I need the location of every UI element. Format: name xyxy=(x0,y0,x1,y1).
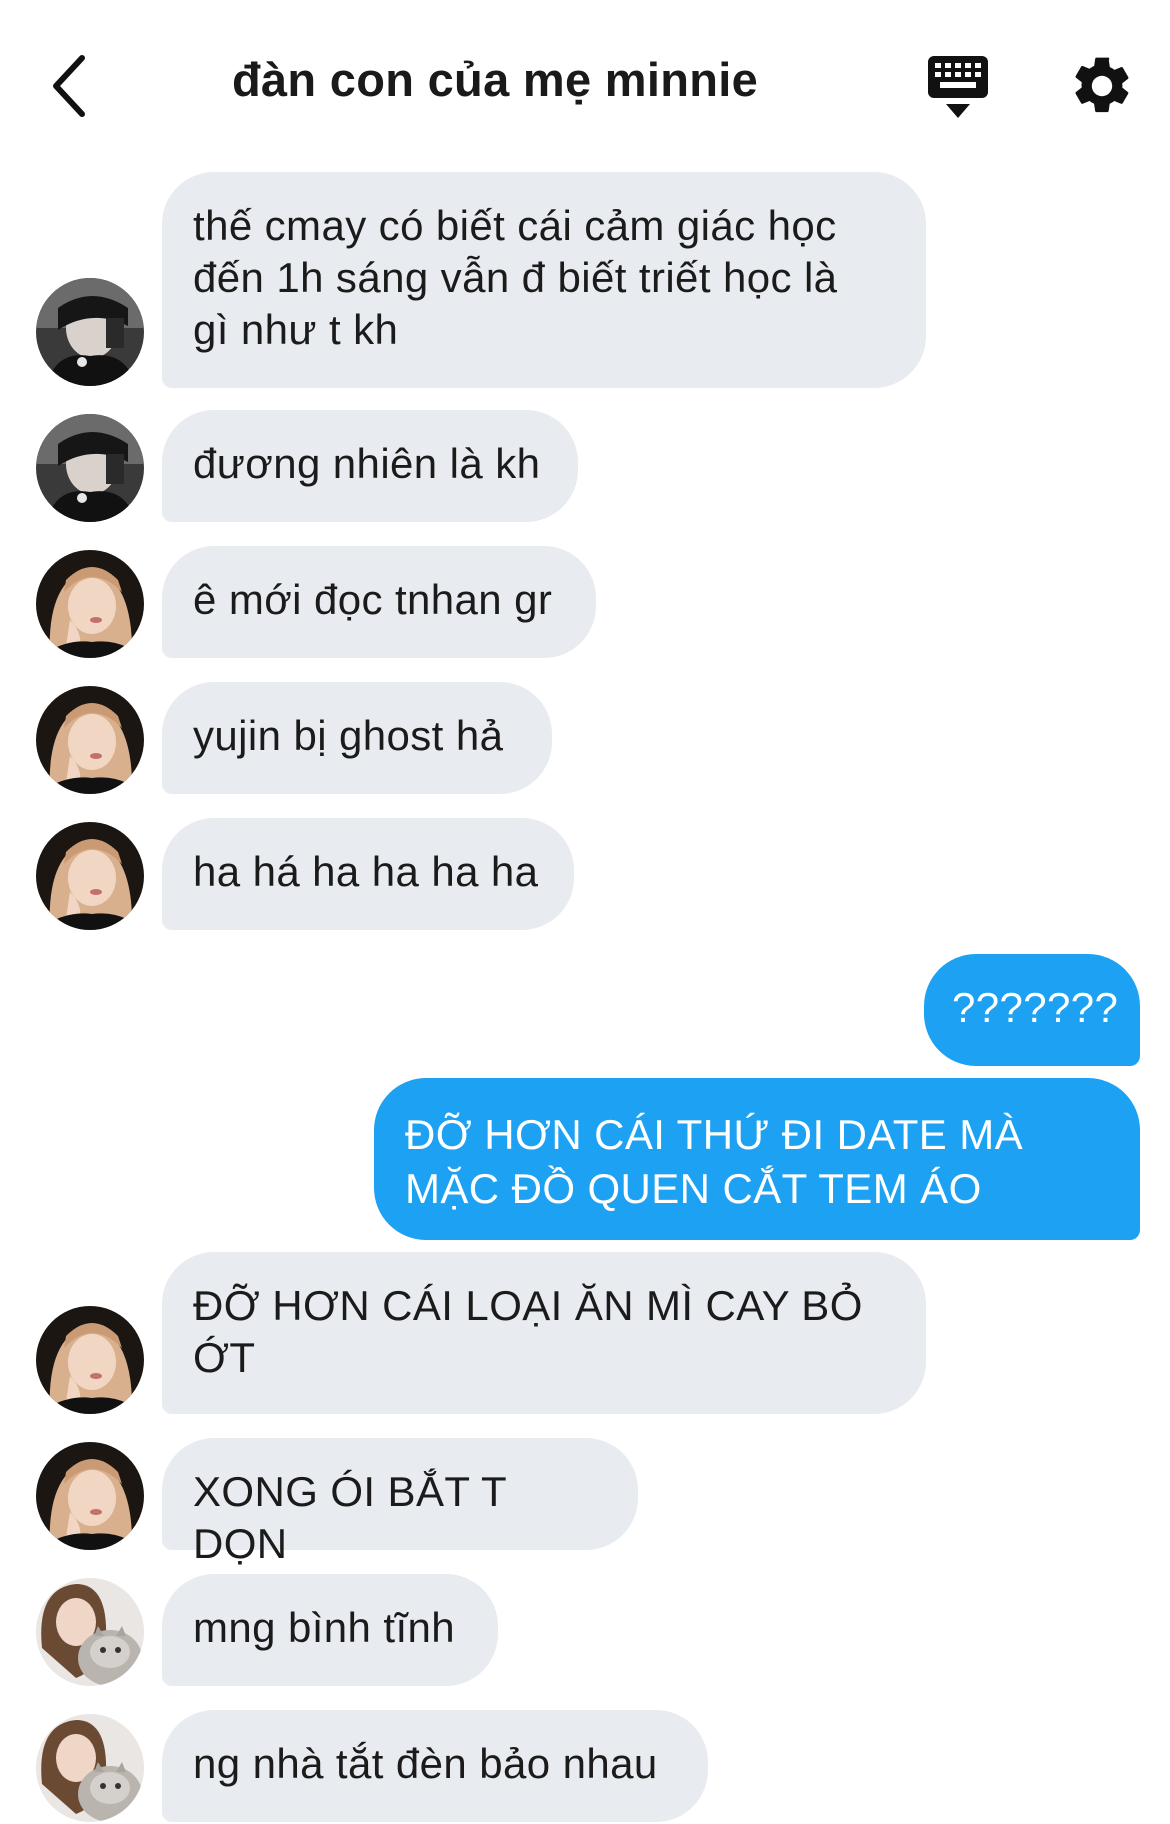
avatar[interactable] xyxy=(36,686,144,794)
message-bubble[interactable]: ??????? xyxy=(924,954,1140,1066)
message-row: thế cmay có biết cái cảm giác học đến 1h… xyxy=(0,172,1170,388)
message-bubble[interactable]: ê mới đọc tnhan gr xyxy=(162,546,596,658)
avatar[interactable] xyxy=(36,278,144,386)
avatar[interactable] xyxy=(36,822,144,930)
message-row: ng nhà tắt đèn bảo nhau xyxy=(0,1710,1170,1822)
message-bubble[interactable]: ĐỠ HƠN CÁI LOẠI ĂN MÌ CAY BỎ ỚT xyxy=(162,1252,926,1414)
message-row: ê mới đọc tnhan gr xyxy=(0,546,1170,658)
settings-button[interactable] xyxy=(1068,52,1136,120)
message-row: XONG ÓI BẮT T DỌN xyxy=(0,1438,1170,1567)
back-button[interactable] xyxy=(38,46,98,126)
message-row: yujin bị ghost hả xyxy=(0,682,1170,794)
avatar[interactable] xyxy=(36,414,144,522)
message-bubble[interactable]: ng nhà tắt đèn bảo nhau xyxy=(162,1710,708,1822)
avatar[interactable] xyxy=(36,1306,144,1414)
message-row: đương nhiên là kh xyxy=(0,410,1170,522)
message-row: ha há ha ha ha ha xyxy=(0,818,1170,930)
avatar[interactable] xyxy=(36,1578,144,1686)
chat-title: đàn con của mẹ minnie xyxy=(231,53,759,106)
message-bubble[interactable]: XONG ÓI BẮT T DỌN xyxy=(162,1438,638,1567)
message-row: ĐỠ HƠN CÁI LOẠI ĂN MÌ CAY BỎ ỚT xyxy=(0,1252,1170,1414)
message-row: ??????? xyxy=(0,954,1170,1066)
chat-header: đàn con của mẹ minnie xyxy=(0,0,1170,170)
message-bubble[interactable]: ha há ha ha ha ha xyxy=(162,818,574,930)
message-bubble[interactable]: đương nhiên là kh xyxy=(162,410,578,522)
avatar[interactable] xyxy=(36,1442,144,1550)
keyboard-button[interactable] xyxy=(922,52,994,122)
gear-icon xyxy=(1075,57,1129,113)
avatar[interactable] xyxy=(36,550,144,658)
chevron-left-icon xyxy=(53,55,85,117)
message-bubble[interactable]: thế cmay có biết cái cảm giác học đến 1h… xyxy=(162,172,926,388)
message-row: ĐỠ HƠN CÁI THỨ ĐI DATE MÀ MẶC ĐỒ QUEN CẮ… xyxy=(0,1078,1170,1240)
message-row: mng bình tĩnh xyxy=(0,1574,1170,1686)
message-bubble[interactable]: yujin bị ghost hả xyxy=(162,682,552,794)
avatar[interactable] xyxy=(36,1714,144,1822)
message-bubble[interactable]: mng bình tĩnh xyxy=(162,1574,498,1686)
keyboard-icon xyxy=(928,56,988,118)
message-bubble[interactable]: ĐỠ HƠN CÁI THỨ ĐI DATE MÀ MẶC ĐỒ QUEN CẮ… xyxy=(374,1078,1140,1240)
